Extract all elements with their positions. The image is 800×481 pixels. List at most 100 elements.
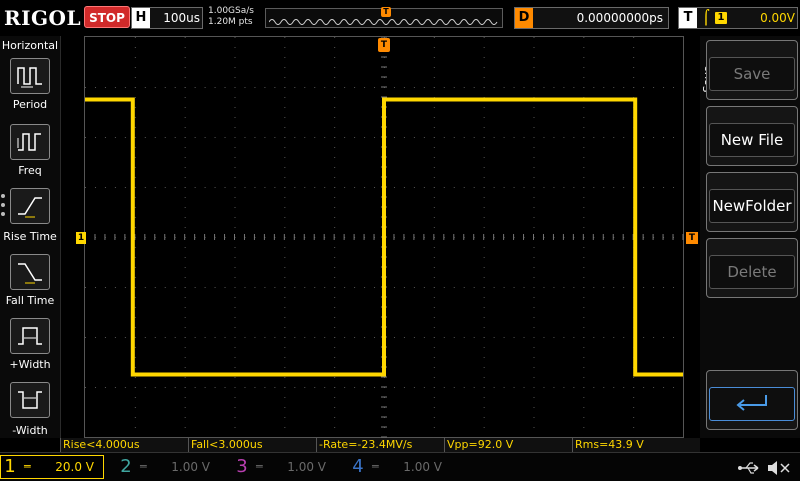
- waveform-display[interactable]: [84, 36, 684, 438]
- grid-dot: [433, 137, 435, 138]
- grid-dot: [334, 347, 336, 348]
- grid-dot: [393, 87, 395, 88]
- grid-dot: [244, 137, 246, 138]
- ch1-ground-marker[interactable]: 1: [76, 232, 86, 244]
- save-button[interactable]: Save: [706, 40, 798, 100]
- horizontal-timebase-box[interactable]: H 100us: [131, 7, 203, 29]
- grid-dot: [433, 387, 435, 388]
- grid-dot: [94, 287, 96, 288]
- grid-dot: [483, 187, 485, 188]
- period-button[interactable]: [10, 58, 50, 94]
- grid-dot: [284, 417, 286, 418]
- grid-dot: [234, 307, 236, 308]
- grid-dot: [583, 337, 585, 338]
- channel-2-indicator[interactable]: 2 ═ 1.00 V: [116, 455, 220, 479]
- grid-dot: [214, 87, 216, 88]
- grid-dot: [473, 387, 475, 388]
- grid-dot: [314, 337, 316, 338]
- new-folder-button[interactable]: NewFolder: [706, 172, 798, 232]
- grid-dot: [114, 387, 116, 388]
- grid-dot: [184, 307, 186, 308]
- rise-time-button[interactable]: [10, 188, 50, 224]
- fall-time-icon: [18, 263, 42, 284]
- grid-dot: [85, 337, 86, 338]
- grid-dot: [653, 87, 655, 88]
- grid-dot: [633, 77, 635, 78]
- grid-dot: [443, 187, 445, 188]
- delete-button[interactable]: Delete: [706, 238, 798, 298]
- channel-4-indicator[interactable]: 4 ═ 1.00 V: [348, 455, 452, 479]
- new-file-button[interactable]: New File: [706, 106, 798, 166]
- grid-dot: [334, 157, 336, 158]
- grid-dot: [114, 187, 116, 188]
- grid-dot: [224, 87, 226, 88]
- trigger-box[interactable]: T ⌠ 1 0.00V: [678, 7, 798, 29]
- grid-dot: [114, 337, 116, 338]
- grid-dot: [104, 187, 106, 188]
- grid-dot: [503, 87, 505, 88]
- new-folder-button-label: NewFolder: [709, 189, 795, 223]
- delay-box[interactable]: D 0.00000000ps: [514, 7, 669, 29]
- channel-3-indicator[interactable]: 3 ═ 1.00 V: [232, 455, 336, 479]
- grid-dot: [533, 337, 535, 338]
- grid-dot: [284, 407, 286, 408]
- grid-dot: [423, 187, 425, 188]
- measurement-fall[interactable]: Fall<3.000us: [188, 438, 316, 452]
- grid-dot: [593, 287, 595, 288]
- grid-dot: [244, 287, 246, 288]
- grid-dot: [433, 197, 435, 198]
- measurement-vpp[interactable]: Vpp=92.0 V: [444, 438, 572, 452]
- grid-dot: [334, 147, 336, 148]
- grid-dot: [683, 87, 684, 88]
- grid-dot: [234, 127, 236, 128]
- negative-width-button[interactable]: [10, 382, 50, 418]
- grid-dot: [583, 107, 585, 108]
- measurement-rise[interactable]: Rise<4.000us: [60, 438, 188, 452]
- fall-time-button[interactable]: [10, 254, 50, 290]
- run-stop-indicator[interactable]: STOP: [84, 6, 130, 28]
- channel-1-indicator[interactable]: 1 ═ 20.0 V: [0, 455, 104, 479]
- grid-dot: [643, 387, 645, 388]
- grid-dot: [184, 377, 186, 378]
- grid-dot: [483, 327, 485, 328]
- grid-dot: [284, 277, 286, 278]
- grid-dot: [533, 67, 535, 68]
- grid-dot: [284, 147, 286, 148]
- grid-dot: [633, 37, 635, 38]
- trigger-level-marker[interactable]: T: [686, 232, 698, 244]
- grid-dot: [593, 387, 595, 388]
- grid-dot: [483, 427, 485, 428]
- grid-dot: [314, 137, 316, 138]
- grid-dot: [583, 227, 585, 228]
- grid-dot: [134, 327, 136, 328]
- grid-dot: [234, 37, 236, 38]
- positive-width-button[interactable]: [10, 318, 50, 354]
- grid-dot: [553, 387, 555, 388]
- grid-dot: [463, 187, 465, 188]
- grid-dot: [583, 277, 585, 278]
- trigger-position-marker[interactable]: T: [378, 38, 390, 52]
- grid-dot: [324, 287, 326, 288]
- grid-dot: [483, 367, 485, 368]
- return-button[interactable]: [706, 370, 798, 430]
- measurement-neg-rate[interactable]: -Rate=-23.4MV/s: [316, 438, 444, 452]
- grid-dot: [533, 397, 535, 398]
- grid-dot: [633, 397, 635, 398]
- grid-dot: [483, 247, 485, 248]
- grid-dot: [483, 47, 485, 48]
- grid-dot: [483, 177, 485, 178]
- grid-dot: [603, 87, 605, 88]
- grid-dot: [254, 387, 256, 388]
- grid-dot: [284, 37, 286, 38]
- measurement-rms[interactable]: Rms=43.9 V: [572, 438, 700, 452]
- grid-dot: [513, 287, 515, 288]
- top-status-bar: RIGOL STOP H 100us 1.00GSa/s 1.20M pts T…: [0, 0, 800, 36]
- grid-dot: [204, 337, 206, 338]
- grid-dot: [433, 337, 435, 338]
- grid-dot: [683, 287, 684, 288]
- frequency-button[interactable]: [10, 124, 50, 160]
- grid-dot: [314, 87, 316, 88]
- grid-dot: [214, 137, 216, 138]
- grid-dot: [453, 337, 455, 338]
- grid-dot: [234, 247, 236, 248]
